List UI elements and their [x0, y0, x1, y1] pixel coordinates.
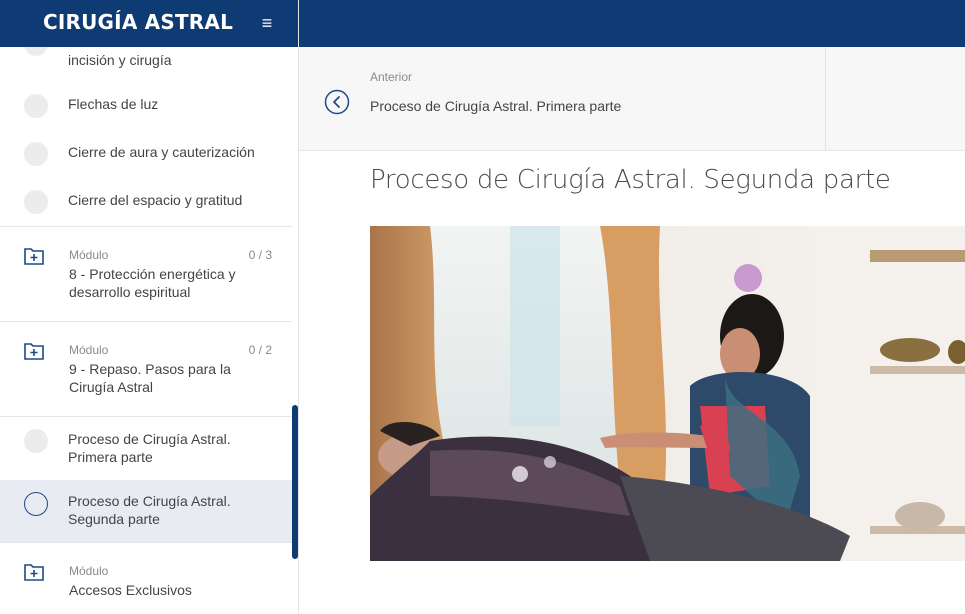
lesson-label: Cierre del espacio y gratitud — [68, 192, 243, 208]
lesson-status-icon — [24, 190, 48, 214]
module-label: Módulo — [69, 564, 109, 578]
brand-logo-text[interactable]: CIRUGÍA ASTRAL — [43, 10, 233, 34]
divider — [825, 47, 826, 151]
lesson-navigation: Anterior Proceso de Cirugía Astral. Prim… — [299, 47, 965, 151]
lesson-status-icon — [24, 142, 48, 166]
sidebar-scrollbar[interactable] — [292, 405, 298, 559]
previous-lesson-link[interactable]: Anterior Proceso de Cirugía Astral. Prim… — [299, 47, 825, 151]
previous-lesson-title: Proceso de Cirugía Astral. Primera parte — [370, 98, 622, 114]
lesson-item[interactable]: Cierre del espacio y gratitud — [0, 188, 292, 218]
module-item-8[interactable]: Módulo 0 / 3 8 - Protección energética y… — [0, 227, 292, 321]
current-lesson-icon — [24, 492, 48, 516]
lesson-item[interactable]: Flechas de luz — [0, 92, 292, 122]
lesson-item[interactable]: Proceso de Cirugía Astral. Primera parte — [0, 417, 292, 479]
lesson-label: Flechas de luz — [68, 96, 159, 112]
video-player[interactable] — [370, 226, 965, 561]
module-progress: 0 / 3 — [248, 248, 272, 262]
module-item-9[interactable]: Módulo 0 / 2 9 - Repaso. Pasos para la C… — [0, 322, 292, 416]
folder-plus-icon — [24, 564, 44, 581]
hamburger-menu-icon[interactable]: ≡ — [258, 14, 276, 32]
lesson-label: Cierre de aura y cauterización — [68, 144, 255, 160]
top-bar — [299, 0, 965, 47]
module-label: Módulo — [69, 248, 109, 262]
chevron-left-circle-icon — [324, 89, 350, 115]
module-item-accesos[interactable]: Módulo Accesos Exclusivos — [0, 543, 292, 614]
folder-plus-icon — [24, 248, 44, 265]
module-title: 9 - Repaso. Pasos para la Cirugía Astral — [69, 361, 231, 395]
module-label: Módulo — [69, 343, 109, 357]
lesson-item-active[interactable]: Proceso de Cirugía Astral. Segunda parte — [0, 480, 292, 542]
module-progress: 0 / 2 — [248, 343, 272, 357]
video-frame — [370, 226, 965, 561]
previous-label: Anterior — [370, 70, 413, 84]
lesson-label: Proceso de Cirugía Astral. Segunda parte — [68, 493, 231, 527]
module-title: 8 - Protección energética y desarrollo e… — [69, 266, 236, 300]
lesson-status-icon — [24, 429, 48, 453]
lesson-status-icon — [24, 94, 48, 118]
folder-plus-icon — [24, 343, 44, 360]
lesson-title: Proceso de Cirugía Astral. Segunda parte — [370, 165, 891, 195]
sidebar-header: CIRUGÍA ASTRAL ≡ — [0, 0, 298, 47]
lesson-label: Proceso de Cirugía Astral. Primera parte — [68, 431, 231, 465]
lesson-label: incisión y cirugía — [68, 52, 172, 68]
course-sidebar: incisión y cirugía Flechas de luz Cierre… — [0, 0, 299, 614]
module-title: Accesos Exclusivos — [69, 582, 192, 598]
lesson-item[interactable]: Cierre de aura y cauterización — [0, 140, 292, 170]
